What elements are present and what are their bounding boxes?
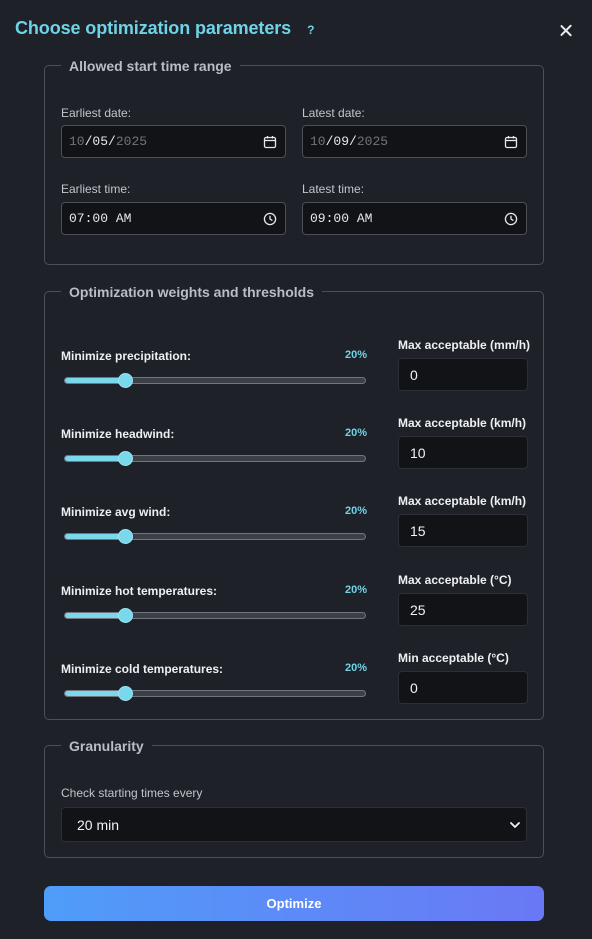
slider-fill (65, 691, 125, 696)
latest-time-input[interactable]: 09 : 00 AM (302, 202, 527, 235)
earliest-date-year: 2025 (115, 134, 148, 149)
precipitation-threshold-input[interactable]: 0 (398, 358, 528, 391)
latest-time-hour: 09 (310, 211, 326, 226)
granularity-selected-value: 20 min (77, 816, 120, 833)
latest-time-ampm: AM (356, 211, 373, 226)
close-icon[interactable] (559, 24, 573, 38)
earliest-date-input[interactable]: 10 / 05 / 2025 (61, 125, 286, 158)
earliest-time-input[interactable]: 07 : 00 AM (61, 202, 286, 235)
avg-wind-label: Minimize avg wind: (61, 505, 171, 519)
headwind-slider[interactable] (64, 451, 366, 466)
slider-thumb[interactable] (118, 373, 133, 388)
granularity-section: Granularity Check starting times every 2… (44, 738, 544, 858)
dialog-header: Choose optimization parameters ? (15, 18, 314, 39)
precipitation-threshold-label: Max acceptable (mm/h) (398, 338, 531, 352)
avg-wind-threshold-label: Max acceptable (km/h) (398, 494, 527, 508)
avg-wind-threshold-input[interactable]: 15 (398, 514, 528, 547)
latest-date-month: 10 (310, 134, 326, 149)
clock-icon[interactable] (504, 212, 518, 226)
clock-icon[interactable] (263, 212, 277, 226)
optimize-button[interactable]: Optimize (44, 886, 544, 921)
latest-date-day: 09 (333, 134, 350, 149)
latest-time-minute: 00 (333, 211, 350, 226)
weights-legend: Optimization weights and thresholds (61, 284, 323, 300)
latest-date-label: Latest date: (302, 106, 365, 120)
cold-temperatures-label: Minimize cold temperatures: (61, 662, 224, 676)
cold-temperatures-threshold-input[interactable]: 0 (398, 671, 528, 704)
headwind-threshold-input[interactable]: 10 (398, 436, 528, 469)
avg-wind-percent: 20% (344, 505, 367, 517)
earliest-time-minute: 00 (92, 211, 109, 226)
earliest-time-ampm: AM (115, 211, 132, 226)
slider-fill (65, 378, 125, 383)
hot-temperatures-threshold-input[interactable]: 25 (398, 593, 528, 626)
headwind-label: Minimize headwind: (61, 427, 175, 441)
hot-temperatures-percent: 20% (344, 584, 367, 596)
earliest-date-month: 10 (69, 134, 85, 149)
earliest-time-hour: 07 (69, 211, 85, 226)
headwind-threshold-label: Max acceptable (km/h) (398, 416, 527, 430)
slider-thumb[interactable] (118, 686, 133, 701)
precipitation-slider[interactable] (64, 373, 366, 388)
slider-thumb[interactable] (118, 451, 133, 466)
latest-date-year: 2025 (356, 134, 389, 149)
earliest-time-label: Earliest time: (61, 182, 131, 196)
hot-temperatures-label: Minimize hot temperatures: (61, 584, 218, 598)
optimization-dialog: Choose optimization parameters ? Allowed… (0, 0, 592, 939)
cold-temperatures-percent: 20% (344, 662, 367, 674)
slider-fill (65, 534, 125, 539)
earliest-date-label: Earliest date: (61, 106, 132, 120)
granularity-select[interactable]: 20 min (61, 807, 527, 842)
latest-date-input[interactable]: 10 / 09 / 2025 (302, 125, 527, 158)
precipitation-percent: 20% (344, 349, 367, 361)
headwind-percent: 20% (344, 427, 367, 439)
slider-thumb[interactable] (118, 608, 133, 623)
cold-temperatures-threshold-label: Min acceptable (°C) (398, 651, 509, 665)
help-icon[interactable]: ? (307, 23, 314, 37)
weights-section: Optimization weights and thresholds Mini… (44, 284, 544, 720)
start-range-section: Allowed start time range Earliest date: … (44, 58, 544, 265)
slider-fill (65, 456, 125, 461)
granularity-legend: Granularity (61, 738, 152, 754)
avg-wind-slider[interactable] (64, 529, 366, 544)
chevron-down-icon (510, 822, 520, 828)
precipitation-label: Minimize precipitation: (61, 349, 192, 363)
cold-temperatures-slider[interactable] (64, 686, 366, 701)
calendar-icon[interactable] (263, 135, 277, 149)
earliest-date-day: 05 (92, 134, 109, 149)
dialog-title: Choose optimization parameters (15, 18, 292, 38)
hot-temperatures-slider[interactable] (64, 608, 366, 623)
granularity-label: Check starting times every (61, 786, 203, 800)
hot-temperatures-threshold-label: Max acceptable (°C) (398, 573, 512, 587)
latest-time-label: Latest time: (302, 182, 365, 196)
slider-thumb[interactable] (118, 529, 133, 544)
calendar-icon[interactable] (504, 135, 518, 149)
start-range-legend: Allowed start time range (61, 58, 240, 74)
slider-fill (65, 613, 125, 618)
